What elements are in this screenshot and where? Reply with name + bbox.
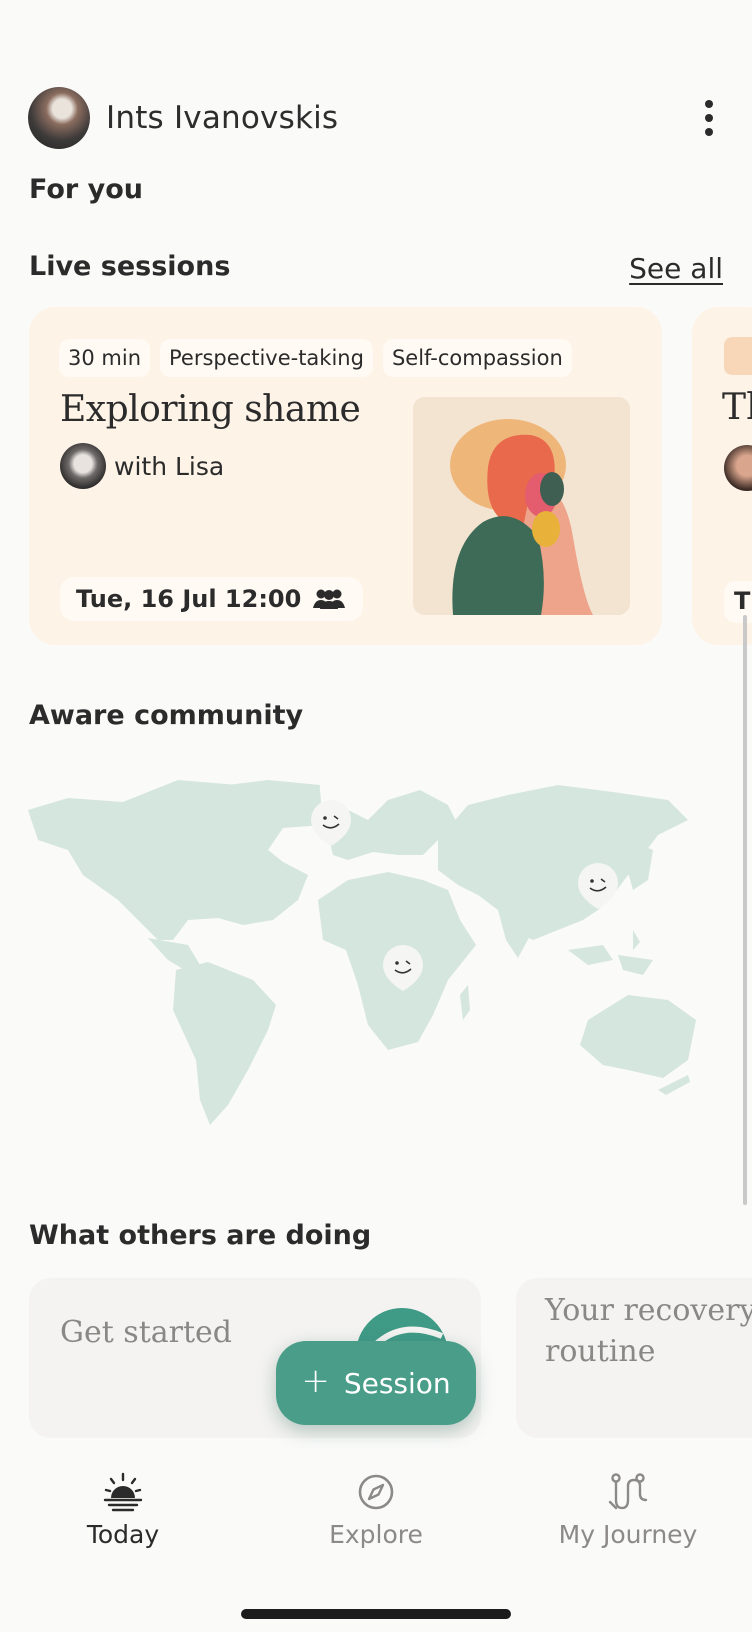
live-sessions-title: Live sessions xyxy=(29,251,231,282)
add-session-button[interactable]: + Session xyxy=(276,1341,476,1425)
aware-community-title: Aware community xyxy=(29,700,304,731)
see-all-link[interactable]: See all xyxy=(629,252,723,285)
tab-explore[interactable]: Explore xyxy=(276,1472,476,1549)
compass-icon xyxy=(358,1474,394,1510)
group-icon xyxy=(313,589,346,609)
host-avatar xyxy=(60,443,106,489)
session-host: with Lisa xyxy=(60,443,224,489)
tab-label: Today xyxy=(86,1520,160,1549)
topic-tag: Perspective-taking xyxy=(160,339,373,377)
more-options-icon[interactable] xyxy=(694,96,724,140)
card-title: Get started xyxy=(60,1315,233,1350)
host-avatar xyxy=(724,445,752,491)
recovery-routine-card[interactable]: Your recovery routine xyxy=(516,1278,752,1438)
session-title: Exploring shame xyxy=(60,389,361,430)
card-title-line2: routine xyxy=(545,1334,656,1369)
host-name: with Lisa xyxy=(114,451,225,481)
profile-header: Ints Ivanovskis xyxy=(28,86,728,150)
home-indicator[interactable] xyxy=(241,1609,511,1619)
bottom-tab-bar: Today Explore My Journey xyxy=(0,1448,752,1568)
session-datetime: Tue, 16 Jul 12:00 xyxy=(76,585,302,613)
for-you-title: For you xyxy=(29,174,143,205)
tab-my-journey[interactable]: My Journey xyxy=(528,1472,728,1549)
tab-label: My Journey xyxy=(558,1520,698,1549)
user-name[interactable]: Ints Ivanovskis xyxy=(106,100,338,136)
user-avatar[interactable] xyxy=(28,87,90,149)
session-datetime: T xyxy=(724,581,752,623)
session-title: Th xyxy=(722,387,752,428)
add-session-label: Session xyxy=(343,1366,451,1400)
journey-path-icon xyxy=(608,1473,648,1510)
session-illustration xyxy=(413,397,630,615)
session-tags: 30 min Perspective-taking Self-compassio… xyxy=(59,339,572,377)
tab-label: Explore xyxy=(329,1520,423,1549)
tab-today[interactable]: Today xyxy=(23,1472,223,1549)
duration-tag xyxy=(724,337,752,375)
plus-icon: + xyxy=(301,1361,330,1401)
live-session-card[interactable]: 30 min Perspective-taking Self-compassio… xyxy=(29,307,662,645)
duration-tag: 30 min xyxy=(59,339,150,377)
what-others-title: What others are doing xyxy=(29,1220,372,1251)
scrollbar[interactable] xyxy=(743,615,747,1205)
session-date-pill: Tue, 16 Jul 12:00 xyxy=(60,577,364,621)
card-title-line1: Your recovery xyxy=(545,1293,752,1328)
topic-tag: Self-compassion xyxy=(382,339,572,377)
world-map xyxy=(28,780,696,1125)
sunrise-icon xyxy=(103,1472,143,1512)
next-session-card[interactable]: Th T xyxy=(692,307,752,645)
